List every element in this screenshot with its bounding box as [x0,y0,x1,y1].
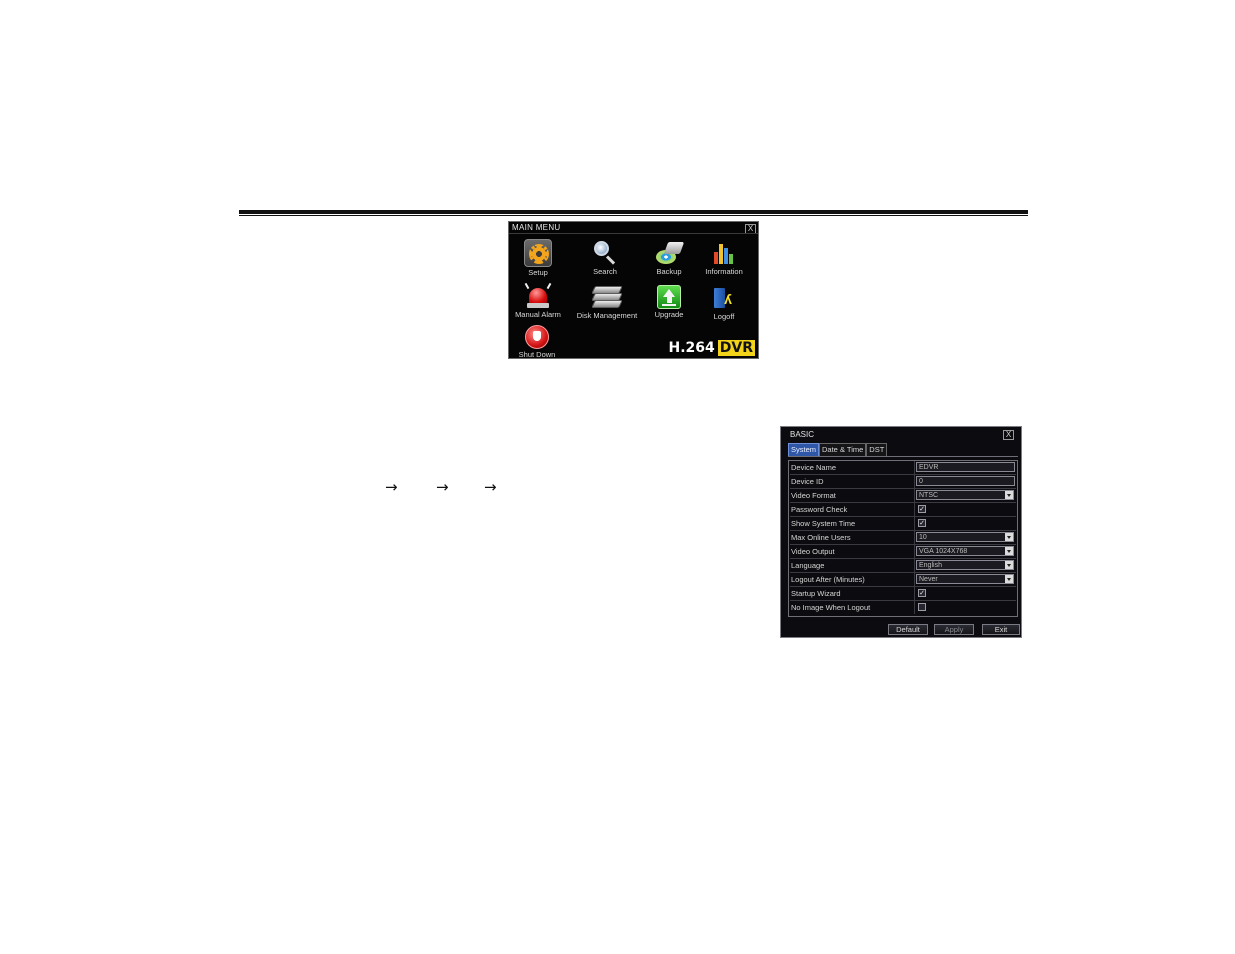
row-video-format: Video Format NTSC [790,489,1016,503]
menu-item-shut-down[interactable]: Shut Down [513,325,561,359]
menu-item-label: Upgrade [654,310,684,319]
magnifier-icon [592,240,618,266]
device-name-input[interactable]: EDVR [916,462,1015,472]
chevron-down-icon[interactable] [1005,561,1013,569]
startup-wizard-checkbox[interactable]: ✓ [918,589,926,597]
menu-item-label: Setup [528,268,548,277]
brand-prefix: H.264 [668,340,715,356]
main-menu-title: MAIN MENU [512,223,561,232]
brand-logo: H.264 DVR [668,340,755,356]
menu-item-label: Manual Alarm [515,310,561,319]
close-icon[interactable]: X [1003,430,1014,440]
show-system-time-checkbox[interactable]: ✓ [918,519,926,527]
menu-item-label: Search [593,267,617,276]
field-label: Language [791,561,825,570]
gear-icon [524,239,552,267]
power-plug-icon [525,325,549,349]
basic-window-title: BASIC [790,430,815,439]
row-no-image-when-logout: No Image When Logout [790,601,1016,614]
field-label: Max Online Users [791,533,851,542]
field-label: Video Format [791,491,836,500]
tab-date-time[interactable]: Date & Time [819,443,867,456]
row-show-system-time: Show System Time ✓ [790,517,1016,531]
language-select[interactable]: English [916,560,1014,570]
field-label: Device ID [791,477,824,486]
field-label: No Image When Logout [791,603,871,612]
row-device-name: Device Name EDVR [790,461,1016,475]
row-logout-after: Logout After (Minutes) Never [790,573,1016,587]
menu-item-label: Shut Down [518,350,556,359]
menu-item-setup[interactable]: Setup [521,239,555,277]
select-value: English [919,562,942,569]
tab-underline [788,456,1018,457]
apply-button[interactable]: Apply [934,624,974,635]
field-label: Device Name [791,463,837,472]
menu-item-upgrade[interactable]: Upgrade [649,285,689,319]
tab-dst[interactable]: DST [866,443,888,456]
row-password-check: Password Check ✓ [790,503,1016,517]
menu-item-information[interactable]: Information [701,240,747,276]
row-device-id: Device ID 0 [790,475,1016,489]
main-menu-window: MAIN MENU X Setup Search Backup Informat… [508,221,759,359]
select-value: NTSC [919,492,939,499]
default-button[interactable]: Default [888,624,928,635]
device-id-input[interactable]: 0 [916,476,1015,486]
video-output-select[interactable]: VGA 1024X768 [916,546,1014,556]
hard-disk-icon [590,284,624,310]
menu-item-disk-management[interactable]: Disk Management [571,284,643,320]
backup-disc-icon [654,240,685,266]
path-arrow-2: → [436,478,449,496]
no-image-when-logout-checkbox[interactable] [918,603,926,611]
field-label: Password Check [791,505,848,514]
row-max-online-users: Max Online Users 10 [790,531,1016,545]
field-label: Show System Time [791,519,856,528]
password-check-checkbox[interactable]: ✓ [918,505,926,513]
row-startup-wizard: Startup Wizard ✓ [790,587,1016,601]
exit-button[interactable]: Exit [982,624,1020,635]
exit-door-icon: ʎ [711,285,737,311]
header-rule-thick [239,210,1028,214]
alarm-siren-icon [523,282,553,309]
select-value: VGA 1024X768 [919,548,968,555]
upload-arrow-icon [657,285,681,309]
field-label: Video Output [791,547,835,556]
header-rule-thin [239,215,1028,216]
select-value: Never [919,576,938,583]
menu-item-backup[interactable]: Backup [649,240,689,276]
menu-item-manual-alarm[interactable]: Manual Alarm [511,282,565,319]
brand-suffix: DVR [717,340,755,356]
menu-item-search[interactable]: Search [587,240,623,276]
chevron-down-icon[interactable] [1005,547,1013,555]
chevron-down-icon[interactable] [1005,533,1013,541]
chevron-down-icon[interactable] [1005,491,1013,499]
basic-settings-window: BASIC X System Date & Time DST Device Na… [780,426,1022,638]
bar-chart-icon [711,240,737,266]
menu-item-logoff[interactable]: ʎ Logoff [707,285,741,321]
max-online-users-select[interactable]: 10 [916,532,1014,542]
tab-system[interactable]: System [788,443,820,456]
row-video-output: Video Output VGA 1024X768 [790,545,1016,559]
video-format-select[interactable]: NTSC [916,490,1014,500]
menu-item-label: Disk Management [576,311,638,320]
chevron-down-icon[interactable] [1005,575,1013,583]
path-arrow-1: → [385,478,398,496]
select-value: 10 [919,534,927,541]
tab-bar: System Date & Time DST [788,443,888,456]
logout-after-select[interactable]: Never [916,574,1014,584]
menu-item-label: Logoff [713,312,735,321]
system-settings-form: Device Name EDVR Device ID 0 Video Forma… [788,460,1018,617]
menu-item-label: Information [705,267,743,276]
field-label: Startup Wizard [791,589,841,598]
title-separator [509,233,758,234]
menu-item-label: Backup [656,267,682,276]
field-label: Logout After (Minutes) [791,575,865,584]
path-arrow-3: → [484,478,497,496]
row-language: Language English [790,559,1016,573]
